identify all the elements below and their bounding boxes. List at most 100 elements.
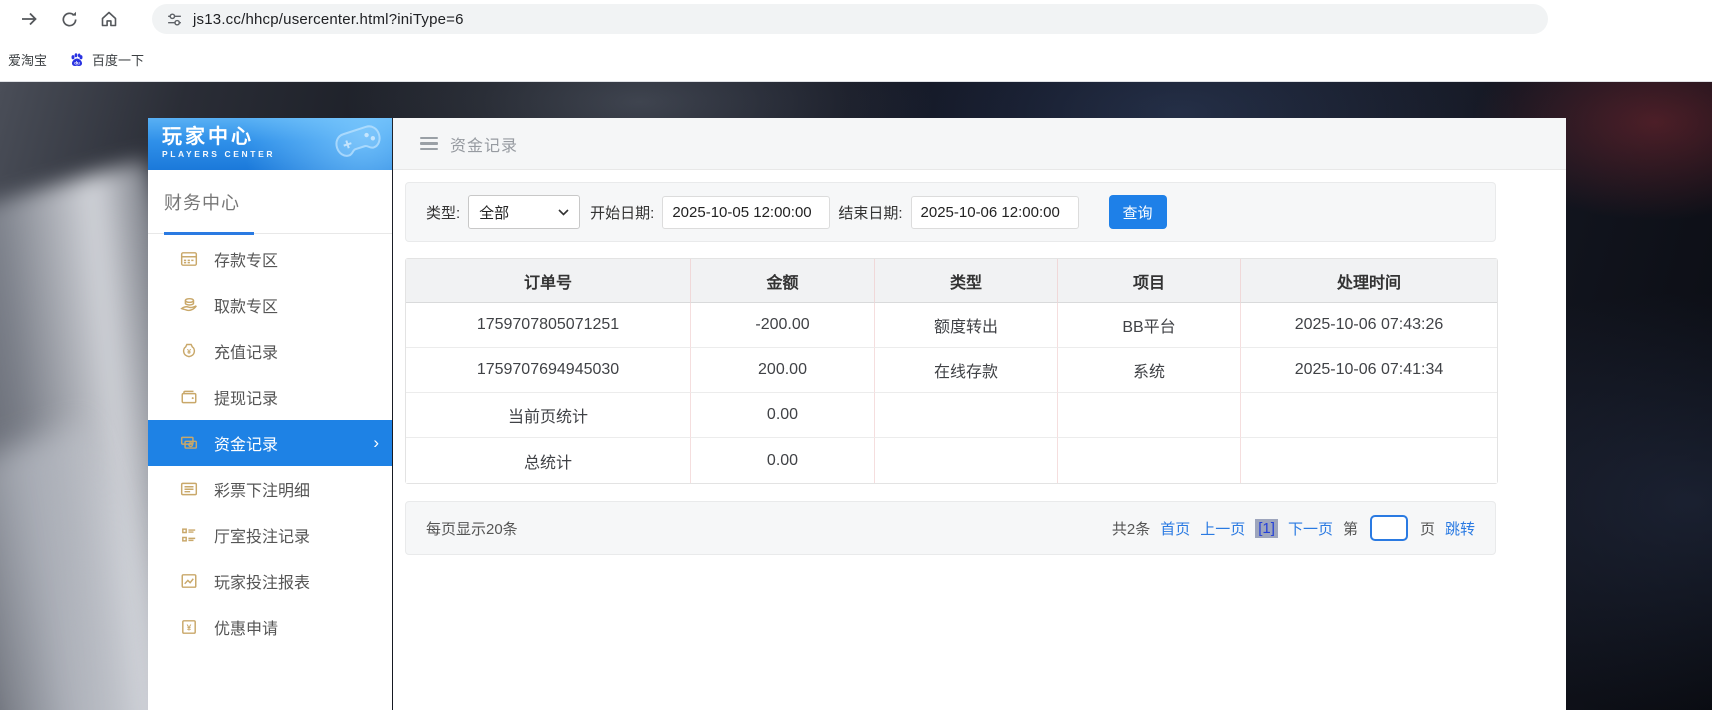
end-date-input[interactable]: [911, 196, 1079, 229]
svg-text:¥: ¥: [187, 622, 192, 632]
cell-amount: 0.00: [691, 393, 875, 438]
sidebar-item-player-bet-report[interactable]: 玩家投注报表: [148, 558, 392, 604]
url-bar[interactable]: js13.cc/hhcp/usercenter.html?iniType=6: [152, 4, 1548, 34]
cell-time: 2025-10-06 07:43:26: [1241, 303, 1497, 348]
browser-toolbar: js13.cc/hhcp/usercenter.html?iniType=6: [0, 0, 1712, 38]
menu-toggle-icon[interactable]: [420, 137, 438, 151]
cell-empty: [1058, 393, 1241, 438]
sidebar-banner: 玩家中心 PLAYERS CENTER: [148, 118, 392, 170]
section-label: 财务中心: [164, 189, 240, 215]
sidebar-item-lottery-bet-detail[interactable]: 彩票下注明细: [148, 466, 392, 512]
jump-suffix-label: 页: [1420, 518, 1435, 539]
jump-button[interactable]: 跳转: [1445, 518, 1475, 539]
sidebar-item-recharge-record[interactable]: ¥ 充值记录: [148, 328, 392, 374]
chevron-right-icon: ›: [373, 433, 379, 453]
first-page-link[interactable]: 首页: [1160, 518, 1190, 539]
sidebar-item-funds-record[interactable]: 资金记录 ›: [148, 420, 392, 466]
sidebar-item-label: 提现记录: [214, 385, 278, 409]
type-select-value: 全部: [479, 202, 509, 223]
sidebar-item-label: 厅室投注记录: [214, 523, 310, 547]
end-date-label: 结束日期:: [838, 202, 902, 223]
jump-page-input[interactable]: [1370, 515, 1408, 541]
chevron-down-icon: [558, 209, 569, 216]
svg-text:¥: ¥: [187, 347, 192, 356]
cell-project: 系统: [1058, 348, 1241, 393]
sidebar-item-withdrawal-record[interactable]: 提现记录: [148, 374, 392, 420]
type-select[interactable]: 全部: [468, 195, 580, 229]
sidebar-section-finance: 财务中心: [148, 170, 392, 234]
cell-type: 在线存款: [875, 348, 1058, 393]
start-date-input[interactable]: [662, 196, 830, 229]
type-label: 类型:: [426, 202, 460, 223]
home-icon[interactable]: [96, 6, 122, 32]
sidebar: 玩家中心 PLAYERS CENTER 财务中心 存款专区 取款专区 ¥: [148, 118, 392, 710]
column-header-project: 项目: [1058, 259, 1241, 303]
sidebar-item-label: 优惠申请: [214, 615, 278, 639]
bookmark-label: 百度一下: [92, 50, 144, 69]
table-row: 1759707694945030 200.00 在线存款 系统 2025-10-…: [406, 348, 1497, 393]
reload-icon[interactable]: [56, 6, 82, 32]
next-page-link[interactable]: 下一页: [1288, 518, 1333, 539]
column-header-type: 类型: [875, 259, 1058, 303]
bookmarks-bar: 爱淘宝 du 百度一下: [0, 38, 1712, 81]
sidebar-item-label: 取款专区: [214, 293, 278, 317]
site-settings-icon[interactable]: [166, 11, 183, 28]
chart-report-icon: [180, 572, 198, 590]
cell-label: 总统计: [406, 438, 691, 483]
sidebar-item-label: 充值记录: [214, 339, 278, 363]
filter-panel: 类型: 全部 开始日期: 结束日期: 查询: [405, 182, 1496, 242]
banknotes-icon: [180, 434, 198, 452]
list-items-icon: [180, 526, 198, 544]
page-title: 资金记录: [450, 132, 518, 156]
sidebar-item-label: 资金记录: [214, 431, 278, 455]
cell-amount: 0.00: [691, 438, 875, 483]
cell-empty: [1241, 393, 1497, 438]
list-card-icon: [180, 480, 198, 498]
prev-page-link[interactable]: 上一页: [1200, 518, 1245, 539]
bookmark-aitaobao[interactable]: 爱淘宝: [8, 50, 47, 69]
bookmark-baidu[interactable]: du 百度一下: [69, 50, 144, 69]
table-row: 1759707805071251 -200.00 额度转出 BB平台 2025-…: [406, 303, 1497, 348]
cell-order-id: 1759707694945030: [406, 348, 691, 393]
sidebar-menu: 存款专区 取款专区 ¥ 充值记录 提现记录 资金记录 ›: [148, 234, 392, 650]
sidebar-item-withdraw-zone[interactable]: 取款专区: [148, 282, 392, 328]
jump-prefix-label: 第: [1343, 518, 1358, 539]
pagination-bar: 每页显示20条 共2条 首页 上一页 [1] 下一页 第 页 跳转: [405, 501, 1496, 555]
sidebar-item-promo-apply[interactable]: ¥ 优惠申请: [148, 604, 392, 650]
cell-empty: [875, 393, 1058, 438]
bookmark-label: 爱淘宝: [8, 50, 47, 69]
sidebar-item-label: 玩家投注报表: [214, 569, 310, 593]
cell-amount: -200.00: [691, 303, 875, 348]
current-page-indicator: [1]: [1255, 519, 1278, 538]
forward-icon[interactable]: [16, 6, 42, 32]
main-content: 资金记录 类型: 全部 开始日期: 结束日期: 查询 订单号 金额 类型 项目 …: [393, 118, 1566, 710]
cell-order-id: 1759707805071251: [406, 303, 691, 348]
deposit-card-icon: [180, 250, 198, 268]
column-header-order-id: 订单号: [406, 259, 691, 303]
cell-empty: [1241, 438, 1497, 483]
column-header-amount: 金额: [691, 259, 875, 303]
section-accent-bar: [164, 232, 254, 235]
sidebar-item-deposit-zone[interactable]: 存款专区: [148, 236, 392, 282]
browser-chrome: js13.cc/hhcp/usercenter.html?iniType=6 爱…: [0, 0, 1712, 82]
cell-empty: [1058, 438, 1241, 483]
search-button[interactable]: 查询: [1109, 195, 1167, 229]
cell-project: BB平台: [1058, 303, 1241, 348]
total-count-text: 共2条: [1112, 518, 1150, 539]
table-row-page-total: 当前页统计 0.00: [406, 393, 1497, 438]
svg-text:du: du: [74, 60, 80, 65]
cell-label: 当前页统计: [406, 393, 691, 438]
sidebar-item-label: 彩票下注明细: [214, 477, 310, 501]
wallet-icon: [180, 388, 198, 406]
table-row-grand-total: 总统计 0.00: [406, 438, 1497, 483]
cell-time: 2025-10-06 07:41:34: [1241, 348, 1497, 393]
sidebar-item-hall-bet-record[interactable]: 厅室投注记录: [148, 512, 392, 558]
money-bag-icon: ¥: [180, 342, 198, 360]
url-text[interactable]: js13.cc/hhcp/usercenter.html?iniType=6: [193, 11, 464, 28]
cell-type: 额度转出: [875, 303, 1058, 348]
hand-coins-icon: [180, 296, 198, 314]
pagination-controls: 共2条 首页 上一页 [1] 下一页 第 页 跳转: [1112, 515, 1475, 541]
column-header-time: 处理时间: [1241, 259, 1497, 303]
promo-yuan-icon: ¥: [180, 618, 198, 636]
baidu-paw-icon: du: [69, 52, 85, 68]
